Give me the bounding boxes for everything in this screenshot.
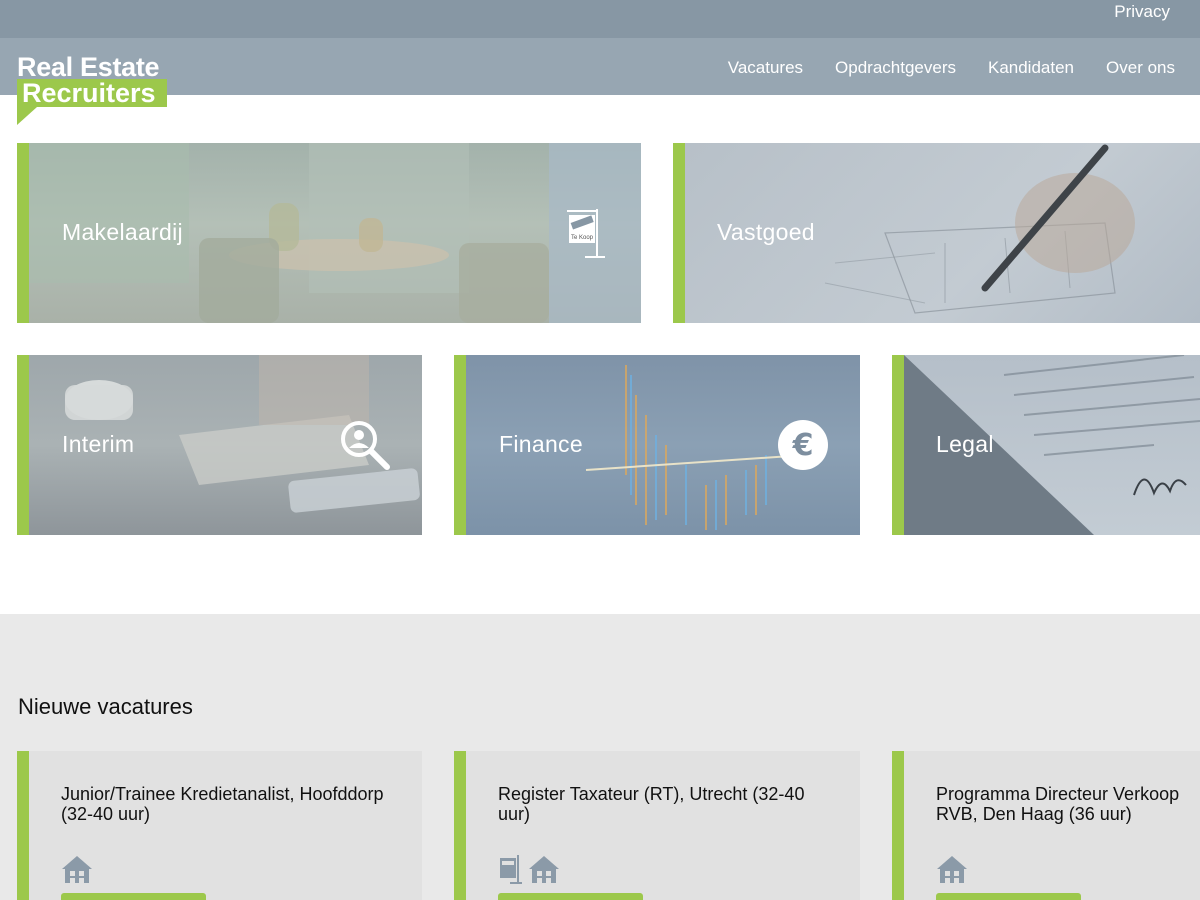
- vacancy-title[interactable]: Register Taxateur (RT), Utrecht (32-40 u…: [498, 784, 828, 824]
- category-tile-finance[interactable]: Finance €: [454, 355, 860, 535]
- vacancy-icons: [498, 854, 560, 889]
- vacancy-card[interactable]: Programma Directeur Verkoop RVB, Den Haa…: [892, 751, 1200, 900]
- vacancy-button[interactable]: [61, 893, 206, 900]
- card-accent-stripe: [454, 751, 466, 900]
- category-tile-legal[interactable]: Legal: [892, 355, 1200, 535]
- vacancy-title[interactable]: Junior/Trainee Kredietanalist, Hoofddorp…: [61, 784, 401, 824]
- nav-item-vacatures[interactable]: Vacatures: [712, 58, 819, 78]
- vacancy-card[interactable]: Junior/Trainee Kredietanalist, Hoofddorp…: [17, 751, 422, 900]
- vacancy-button[interactable]: [936, 893, 1081, 900]
- tile-label: Makelaardij: [62, 219, 183, 245]
- building-icon: [936, 854, 968, 889]
- nav-item-over-ons[interactable]: Over ons: [1090, 58, 1191, 78]
- vacancy-card[interactable]: Register Taxateur (RT), Utrecht (32-40 u…: [454, 751, 860, 900]
- tile-label: Finance: [499, 431, 583, 457]
- vacancy-title[interactable]: Programma Directeur Verkoop RVB, Den Haa…: [936, 784, 1200, 824]
- tile-accent-stripe: [17, 143, 29, 323]
- tile-accent-stripe: [892, 355, 904, 535]
- logo-text-line1: Real Estate: [17, 52, 160, 82]
- category-tile-interim[interactable]: Interim: [17, 355, 422, 535]
- svg-text:€: €: [792, 428, 814, 463]
- for-sale-sign-icon: [498, 854, 522, 889]
- category-tile-vastgoed[interactable]: Vastgoed: [673, 143, 1200, 323]
- main-nav: Vacatures Opdrachtgevers Kandidaten Over…: [712, 58, 1191, 78]
- main-navbar: Vacatures Opdrachtgevers Kandidaten Over…: [0, 38, 1200, 95]
- vacancy-icons: [936, 854, 968, 889]
- category-tile-makelaardij[interactable]: Makelaardij Te Koop: [17, 143, 641, 323]
- sign-text: Te Koop: [571, 235, 594, 241]
- tile-accent-stripe: [454, 355, 466, 535]
- privacy-link[interactable]: Privacy: [1114, 2, 1170, 22]
- building-icon: [61, 854, 93, 889]
- tile-label: Vastgoed: [717, 219, 815, 245]
- euro-icon: €: [778, 420, 828, 475]
- building-icon: [528, 854, 560, 889]
- logo-tail: [17, 107, 37, 125]
- tile-accent-stripe: [673, 143, 685, 323]
- site-logo[interactable]: Real Estate Recruiters: [17, 53, 169, 127]
- for-sale-sign-icon: Te Koop: [567, 207, 607, 264]
- vacancies-heading: Nieuwe vacatures: [18, 694, 193, 719]
- card-accent-stripe: [892, 751, 904, 900]
- tile-accent-stripe: [17, 355, 29, 535]
- search-person-icon: [339, 419, 391, 476]
- top-bar: Privacy: [0, 0, 1200, 38]
- tile-label: Legal: [936, 431, 994, 457]
- tile-label: Interim: [62, 431, 135, 457]
- logo-text-line2: Recruiters: [22, 78, 156, 108]
- nav-item-kandidaten[interactable]: Kandidaten: [972, 58, 1090, 78]
- nav-item-opdrachtgevers[interactable]: Opdrachtgevers: [819, 58, 972, 78]
- vacancy-button[interactable]: [498, 893, 643, 900]
- card-accent-stripe: [17, 751, 29, 900]
- vacancy-icons: [61, 854, 93, 889]
